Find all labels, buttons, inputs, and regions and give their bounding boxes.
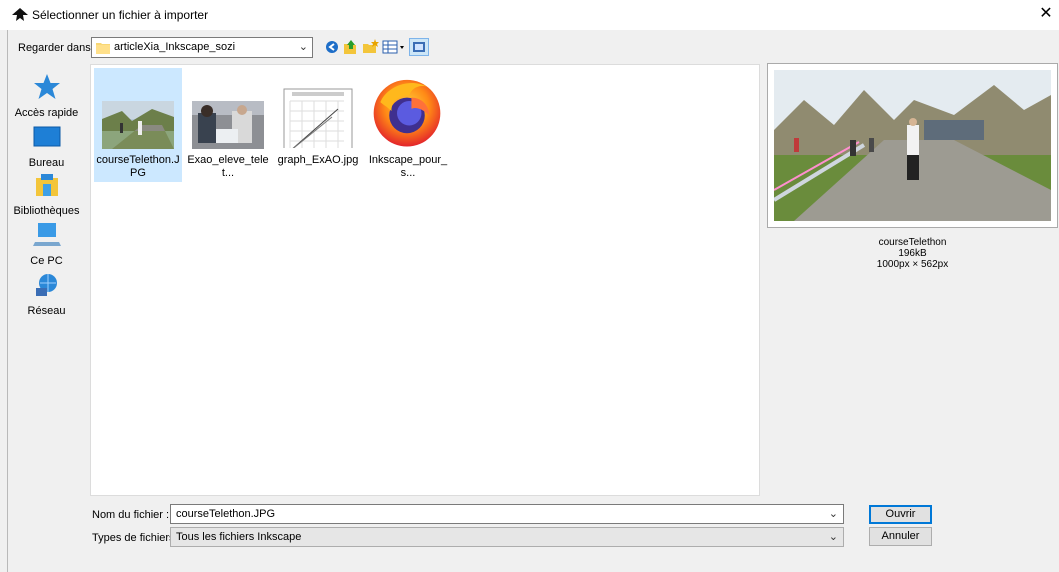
libraries-icon — [35, 174, 58, 196]
preview-panel — [767, 63, 1058, 228]
place-this-pc[interactable]: Ce PC — [8, 220, 85, 267]
chevron-down-icon: ⌄ — [298, 41, 308, 53]
file-thumbnail — [102, 101, 174, 149]
file-name: graph_ExAO.jpg — [277, 154, 359, 166]
title-bar: Sélectionner un fichier à importer ✕ — [0, 0, 1059, 30]
chevron-down-icon: ⌄ — [828, 531, 838, 543]
firefox-logo-icon — [373, 79, 441, 147]
up-folder-icon[interactable] — [341, 38, 361, 56]
file-name: Inkscape_pour_s... — [368, 154, 448, 179]
filetype-value: Tous les fichiers Inkscape — [176, 531, 302, 543]
file-item-exao-eleve[interactable]: Exao_eleve_telet... — [184, 68, 272, 182]
desktop-icon — [33, 126, 60, 147]
preview-toggle-icon[interactable] — [409, 38, 429, 56]
network-icon — [35, 274, 57, 296]
file-item-graph-exao[interactable]: graph_ExAO.jpg — [274, 68, 362, 182]
file-name: courseTelethon.JPG — [96, 154, 180, 179]
place-quick-access[interactable]: Accès rapide — [8, 72, 85, 119]
preview-filesize: 196kB — [898, 248, 927, 259]
place-network[interactable]: Réseau — [8, 270, 85, 317]
lookin-dropdown[interactable]: articleXia_Inkscape_sozi ⌄ — [91, 37, 313, 58]
place-label: Réseau — [27, 305, 66, 317]
close-icon[interactable]: ✕ — [1036, 4, 1056, 24]
back-icon[interactable] — [323, 38, 343, 56]
place-label: Bureau — [28, 157, 65, 169]
place-desktop[interactable]: Bureau — [8, 122, 85, 169]
preview-info: courseTelethon 196kB 1000px × 562px — [767, 237, 1058, 270]
new-folder-icon[interactable] — [361, 38, 381, 56]
view-menu-icon[interactable] — [381, 38, 407, 56]
filetype-select[interactable]: Tous les fichiers Inkscape ⌄ — [170, 527, 844, 547]
place-label: Accès rapide — [14, 107, 79, 119]
chevron-down-icon[interactable]: ⌄ — [829, 507, 838, 520]
filename-value: courseTelethon.JPG — [176, 508, 276, 520]
inkscape-logo-icon — [12, 8, 28, 21]
preview-dimensions: 1000px × 562px — [876, 259, 949, 270]
places-bar: Accès rapide Bureau Bibliothèques Ce PC … — [8, 64, 85, 484]
cancel-button[interactable]: Annuler — [869, 527, 932, 546]
lookin-label: Regarder dans : — [18, 42, 97, 54]
place-libraries[interactable]: Bibliothèques — [8, 170, 85, 217]
filename-label: Nom du fichier : — [92, 509, 170, 521]
lookin-value: articleXia_Inkscape_sozi — [114, 41, 236, 53]
file-item-coursetelethon[interactable]: courseTelethon.JPG — [94, 68, 182, 182]
filename-input[interactable]: courseTelethon.JPG ⌄ — [170, 504, 844, 524]
file-item-inkscape-pour[interactable]: Inkscape_pour_s... — [364, 68, 452, 182]
open-button[interactable]: Ouvrir — [869, 505, 932, 524]
star-icon — [33, 74, 60, 99]
file-list[interactable]: courseTelethon.JPG Exao_eleve_telet... g… — [90, 64, 760, 496]
computer-icon — [32, 223, 61, 246]
filetype-label: Types de fichiers : — [92, 532, 181, 544]
preview-image — [774, 70, 1051, 221]
file-thumbnail — [283, 88, 353, 148]
file-thumbnail — [192, 101, 264, 149]
preview-filename: courseTelethon — [878, 237, 947, 248]
file-name: Exao_eleve_telet... — [187, 154, 269, 179]
place-label: Ce PC — [30, 255, 63, 267]
window-title: Sélectionner un fichier à importer — [32, 8, 209, 22]
place-label: Bibliothèques — [13, 205, 80, 217]
folder-icon — [96, 43, 110, 54]
